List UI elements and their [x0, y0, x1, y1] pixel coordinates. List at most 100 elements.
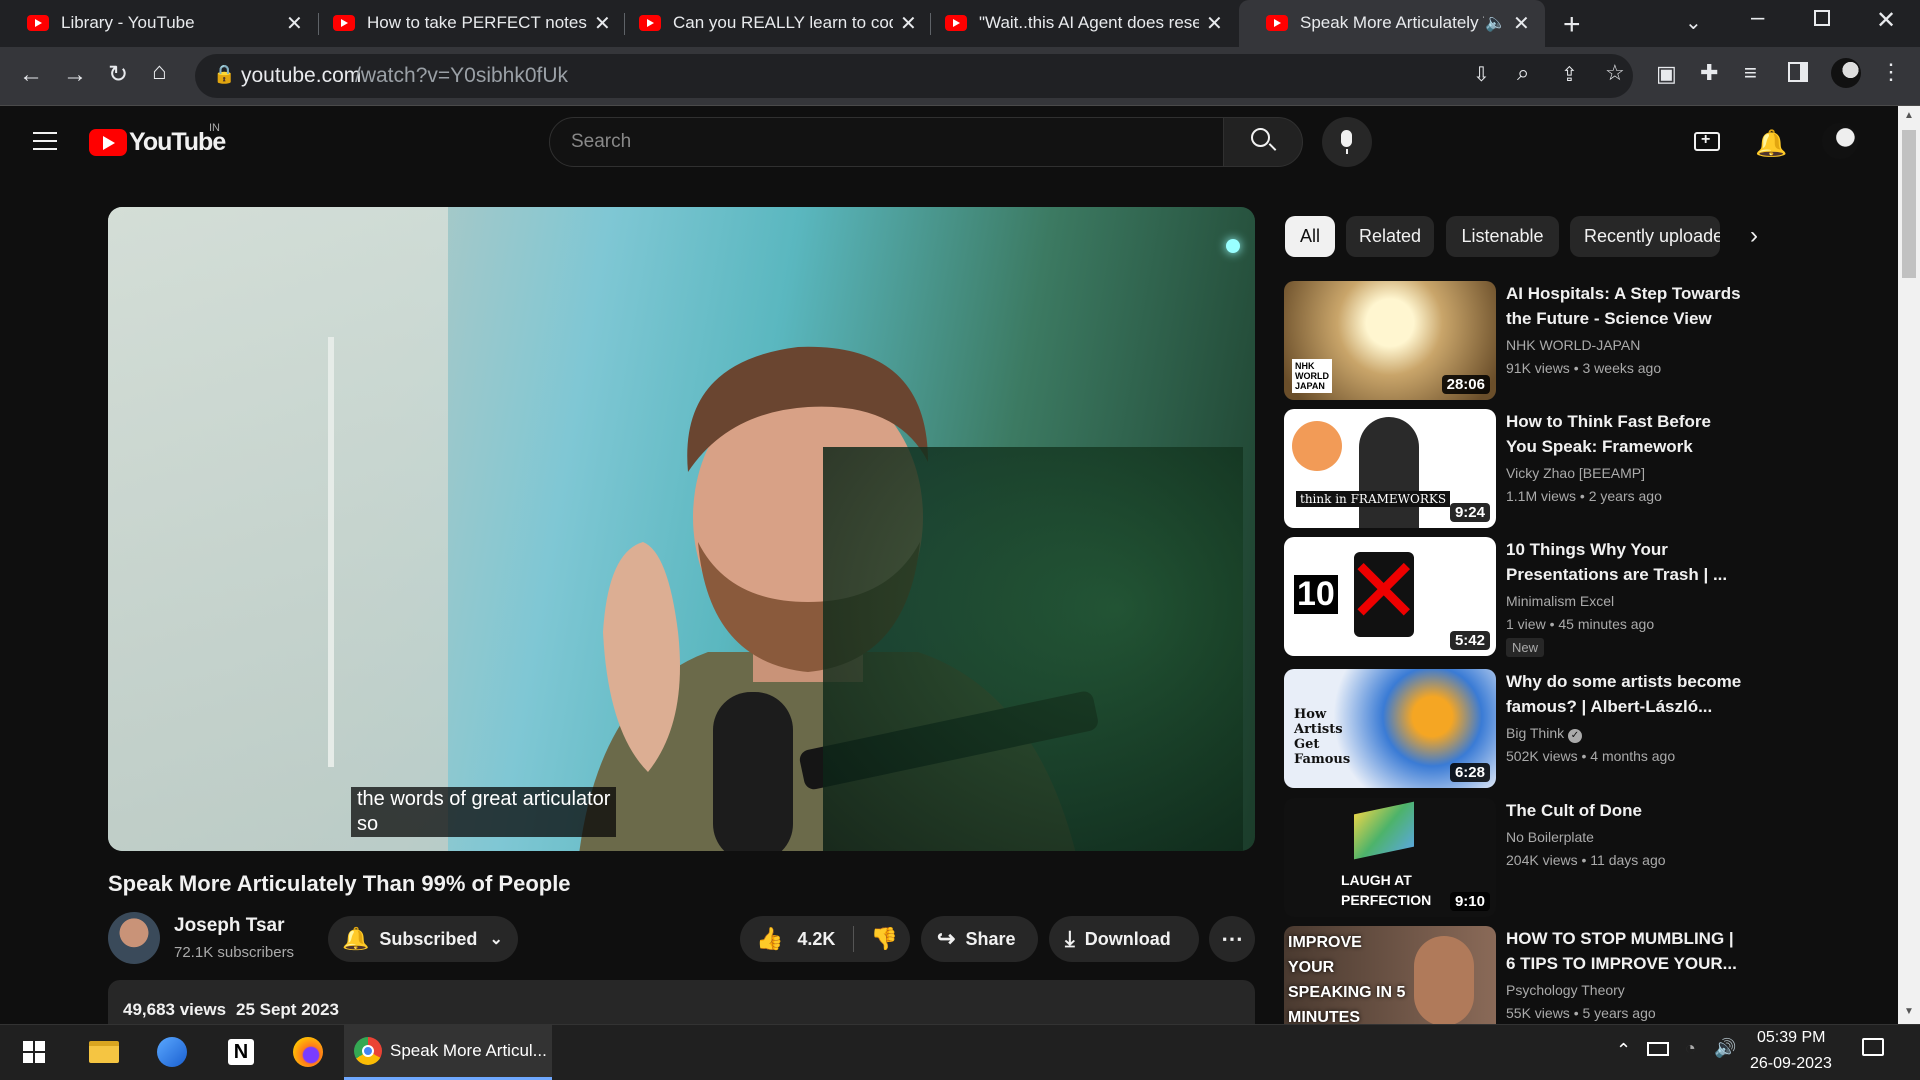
search-input[interactable]: Search [549, 117, 1225, 167]
recommendation-item[interactable]: think in FRAMEWORKS 9:24 How to Think Fa… [1284, 409, 1754, 529]
address-bar[interactable]: 🔒 youtube.com /watch?v=Y0sibhk0fUk ⇩ ⌕ ⇪… [195, 54, 1633, 98]
voice-search-button[interactable] [1322, 117, 1372, 167]
browser-tab[interactable]: How to take PERFECT notes w ✕ [306, 0, 624, 47]
search-button[interactable] [1223, 117, 1303, 167]
chat-app-icon[interactable] [150, 1024, 194, 1080]
wifi-icon[interactable]: ◔ [1685, 1038, 1696, 1059]
windows-start-icon[interactable] [14, 1024, 54, 1080]
lock-icon[interactable]: 🔒 [213, 64, 235, 85]
side-panel-icon[interactable] [1788, 62, 1808, 82]
browser-tab-active[interactable]: Speak More Articulately T 🔈 ✕ [1239, 0, 1545, 47]
close-tab-icon[interactable]: ✕ [900, 11, 917, 36]
like-count[interactable]: 4.2K [797, 929, 835, 950]
video-thumbnail[interactable]: IMPROVE YOUR SPEAKING IN 5 MINUTES [1284, 926, 1496, 1024]
close-window-icon[interactable]: ✕ [1876, 6, 1896, 35]
channel-avatar[interactable] [108, 912, 160, 964]
extension-icon[interactable]: ▣ [1656, 61, 1677, 87]
dislike-icon[interactable]: 👎 [870, 926, 897, 952]
recommendation-title[interactable]: AI Hospitals: A Step Towards the Future … [1506, 281, 1746, 331]
notion-icon[interactable]: N [219, 1024, 263, 1080]
browser-tab[interactable]: "Wait..this AI Agent does rese ✕ [918, 0, 1236, 47]
minimize-icon[interactable]: – [1751, 4, 1764, 32]
youtube-logo-icon[interactable] [89, 129, 127, 156]
tab-title: How to take PERFECT notes w [367, 13, 587, 32]
close-tab-icon[interactable]: ✕ [286, 11, 303, 36]
extensions-puzzle-icon[interactable]: ✚ [1700, 60, 1718, 86]
chevron-right-icon[interactable]: › [1750, 222, 1758, 250]
tray-chevron-up-icon[interactable]: ⌃ [1616, 1040, 1631, 1061]
browser-tab[interactable]: Library - YouTube ✕ [0, 0, 318, 47]
recommendation-title[interactable]: 10 Things Why Your Presentations are Tra… [1506, 537, 1746, 587]
more-actions-button[interactable]: ⋯ [1209, 916, 1255, 962]
clock-date[interactable]: 26-09-2023 [1750, 1055, 1832, 1073]
hamburger-menu-icon[interactable] [33, 132, 57, 150]
scrollbar-thumb[interactable] [1902, 130, 1916, 278]
media-control-icon[interactable]: ≡ [1744, 60, 1757, 86]
video-player[interactable]: the words of great articulator so [108, 207, 1255, 851]
video-thumbnail[interactable]: think in FRAMEWORKS 9:24 [1284, 409, 1496, 528]
video-thumbnail[interactable]: How Artists Get Famous 6:28 [1284, 669, 1496, 788]
close-tab-icon[interactable]: ✕ [594, 11, 611, 36]
battery-icon[interactable] [1647, 1042, 1669, 1056]
clock-time[interactable]: 05:39 PM [1757, 1029, 1825, 1047]
share-page-icon[interactable]: ⇪ [1561, 62, 1578, 87]
taskbar-chrome-window[interactable]: Speak More Articul... [344, 1024, 552, 1080]
notification-center-icon[interactable] [1862, 1038, 1884, 1056]
recommendation-channel[interactable]: No Boilerplate [1506, 829, 1594, 845]
tab-search-chevron-icon[interactable]: ⌄ [1685, 10, 1702, 35]
notifications-bell-icon[interactable]: 🔔 [1755, 128, 1787, 159]
speaker-icon[interactable]: 🔈 [1485, 13, 1506, 33]
close-tab-icon[interactable]: ✕ [1513, 11, 1530, 36]
forward-icon[interactable]: → [63, 61, 87, 89]
create-video-icon[interactable]: + [1694, 131, 1720, 151]
reload-icon[interactable]: ↻ [108, 60, 128, 89]
recommendation-channel[interactable]: Psychology Theory [1506, 982, 1625, 998]
recommendation-age: 5 years ago [1582, 1005, 1656, 1021]
recommendation-channel[interactable]: NHK WORLD-JAPAN [1506, 337, 1640, 353]
firefox-icon[interactable] [286, 1024, 330, 1080]
download-button[interactable]: ⤓ Download [1049, 916, 1199, 962]
chip-related[interactable]: Related [1346, 216, 1434, 257]
recommendation-title[interactable]: The Cult of Done [1506, 798, 1746, 823]
chrome-menu-icon[interactable]: ⋮ [1880, 59, 1902, 85]
recommendation-channel[interactable]: Big Think ✓ [1506, 725, 1582, 743]
recommendation-item[interactable]: LAUGH AT PERFECTION 9:10 The Cult of Don… [1284, 798, 1754, 918]
bookmark-star-icon[interactable]: ☆ [1605, 60, 1625, 86]
recommendation-item[interactable]: IMPROVE YOUR SPEAKING IN 5 MINUTES HOW T… [1284, 926, 1754, 1024]
back-icon[interactable]: ← [19, 61, 43, 89]
zoom-icon[interactable]: ⌕ [1517, 60, 1529, 86]
video-title: Speak More Articulately Than 99% of Peop… [108, 871, 571, 896]
chip-recently-uploaded[interactable]: Recently uploaded [1570, 216, 1720, 257]
scroll-up-arrow-icon[interactable]: ▲ [1904, 110, 1914, 121]
profile-avatar[interactable] [1831, 58, 1861, 88]
recommendation-title[interactable]: HOW TO STOP MUMBLING | 6 TIPS TO IMPROVE… [1506, 926, 1746, 976]
chip-all[interactable]: All [1285, 216, 1335, 257]
like-icon[interactable]: 👍 [756, 926, 783, 952]
install-app-icon[interactable]: ⇩ [1473, 62, 1490, 87]
close-tab-icon[interactable]: ✕ [1206, 11, 1223, 36]
search-placeholder: Search [571, 131, 632, 152]
file-explorer-icon[interactable] [82, 1024, 126, 1080]
home-icon[interactable]: ⌂ [152, 58, 167, 86]
volume-icon[interactable]: 🔊 [1714, 1038, 1736, 1059]
recommendation-title[interactable]: How to Think Fast Before You Speak: Fram… [1506, 409, 1746, 459]
recommendation-item[interactable]: 10 ✕ 5:42 10 Things Why Your Presentatio… [1284, 537, 1754, 657]
video-thumbnail[interactable]: NHK WORLD JAPAN 28:06 [1284, 281, 1496, 400]
restore-icon[interactable] [1814, 10, 1830, 26]
browser-tab[interactable]: Can you REALLY learn to code ✕ [612, 0, 930, 47]
recommendation-item[interactable]: How Artists Get Famous 6:28 Why do some … [1284, 669, 1754, 789]
page-scrollbar[interactable]: ▲ ▼ [1898, 106, 1920, 1024]
recommendation-channel[interactable]: Minimalism Excel [1506, 593, 1614, 609]
chip-listenable[interactable]: Listenable [1446, 216, 1559, 257]
subscribed-button[interactable]: 🔔 Subscribed ⌄ [328, 916, 518, 962]
video-thumbnail[interactable]: LAUGH AT PERFECTION 9:10 [1284, 798, 1496, 917]
channel-name[interactable]: Joseph Tsar [174, 915, 285, 937]
video-thumbnail[interactable]: 10 ✕ 5:42 [1284, 537, 1496, 656]
new-tab-icon[interactable]: + [1563, 8, 1581, 42]
share-button[interactable]: ↪ Share [921, 916, 1038, 962]
recommendation-title[interactable]: Why do some artists become famous? | Alb… [1506, 669, 1746, 719]
recommendation-channel[interactable]: Vicky Zhao [BEEAMP] [1506, 465, 1645, 481]
account-avatar[interactable] [1822, 123, 1858, 159]
recommendation-item[interactable]: NHK WORLD JAPAN 28:06 AI Hospitals: A St… [1284, 281, 1754, 401]
scroll-down-arrow-icon[interactable]: ▼ [1904, 1006, 1914, 1017]
